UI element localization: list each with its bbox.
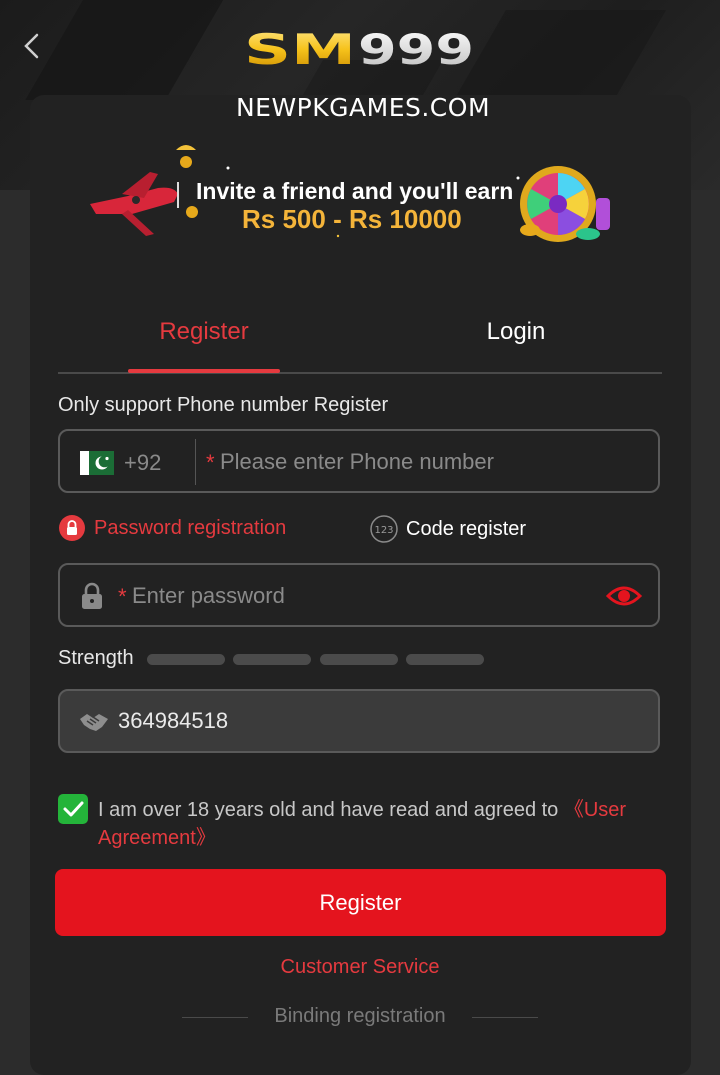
tab-login[interactable]: Login (440, 318, 592, 346)
active-tab-indicator (128, 369, 280, 373)
coin-parachute-icon (176, 145, 198, 218)
checkmark-icon (63, 801, 84, 817)
password-input[interactable] (130, 565, 594, 627)
svg-text:123: 123 (374, 525, 393, 536)
strength-segment (406, 654, 484, 665)
invite-code-field[interactable]: 364984518 (58, 689, 660, 753)
code-register-option[interactable]: 123 Code register (369, 514, 526, 544)
invite-code-value: 364984518 (118, 708, 229, 733)
lock-circle-icon (59, 515, 85, 541)
code-register-label: Code register (406, 517, 527, 540)
svg-text:SM: SM (244, 26, 356, 70)
password-field: * (58, 563, 660, 627)
required-mark: * (118, 584, 127, 609)
plane-icon (90, 172, 179, 236)
agreement-checkbox[interactable] (58, 794, 88, 824)
strength-segment (233, 654, 311, 665)
strength-label: Strength (58, 647, 134, 669)
handshake-icon (78, 709, 110, 735)
password-registration-option[interactable]: Password registration (58, 514, 286, 542)
password-registration-label: Password registration (94, 516, 287, 539)
country-code[interactable]: +92 (124, 450, 161, 476)
chevron-left-icon (24, 33, 39, 59)
strength-segment (320, 654, 398, 665)
phone-input[interactable] (218, 431, 652, 493)
sm999-logo: SM 999 (244, 25, 476, 74)
field-divider (195, 439, 196, 485)
back-button[interactable] (18, 30, 48, 62)
lock-icon (80, 582, 104, 610)
phone-only-hint: Only support Phone number Register (58, 394, 389, 416)
binding-registration-link[interactable]: Binding registration (0, 1005, 720, 1028)
watermark-text: NEWPKGAMES.COM (235, 93, 491, 122)
banner-invite-text: Invite a friend and you'll earn (196, 178, 514, 204)
customer-service-link[interactable]: Customer Service (0, 956, 720, 979)
strength-segment (147, 654, 225, 665)
binding-registration-label: Binding registration (274, 1005, 446, 1027)
agreement-statement: I am over 18 years old and have read and… (98, 799, 564, 821)
divider-right (472, 1017, 538, 1018)
required-mark: * (206, 450, 215, 475)
spin-wheel-icon (520, 166, 610, 242)
eye-icon[interactable] (605, 583, 643, 609)
phone-field: +92 * (58, 429, 660, 493)
banner-reward-text: Rs 500 - Rs 10000 (242, 204, 462, 234)
customer-service-label: Customer Service (280, 956, 440, 978)
tab-register[interactable]: Register (128, 318, 280, 346)
svg-text:999: 999 (358, 26, 474, 70)
pakistan-flag-icon[interactable] (80, 451, 114, 475)
register-button[interactable]: Register (55, 869, 666, 936)
agreement-text: I am over 18 years old and have read and… (98, 796, 658, 852)
numeric-code-icon: 123 (370, 515, 398, 543)
